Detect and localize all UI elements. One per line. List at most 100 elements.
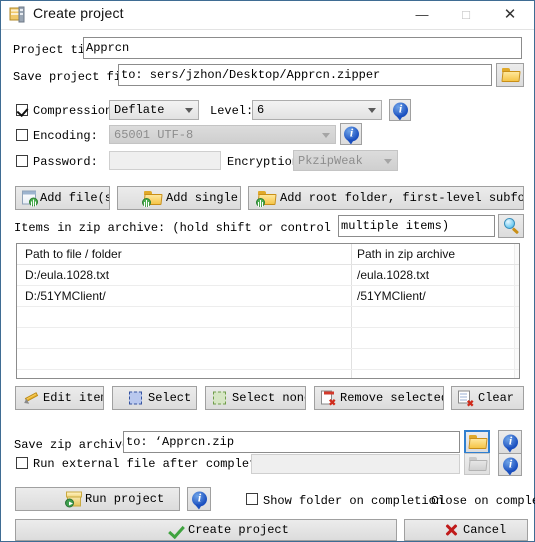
listview-header: Path to file / folder Path in zip archiv…	[17, 244, 519, 265]
save-zip-archive-label: Save zip archive	[14, 438, 130, 452]
create-project-label: Create project	[188, 523, 289, 537]
table-row[interactable]	[17, 328, 519, 349]
maximize-button[interactable]: □	[444, 1, 488, 29]
zip-app-icon	[9, 6, 26, 23]
folder-icon	[501, 68, 521, 82]
info-icon	[344, 126, 359, 144]
chevron-down-icon	[384, 158, 392, 164]
create-project-button[interactable]: Create project	[15, 519, 397, 541]
package-run-icon	[65, 491, 82, 508]
close-button[interactable]: ✕	[488, 1, 532, 29]
run-project-button[interactable]: Run project	[15, 487, 180, 511]
pencil-icon	[22, 391, 40, 406]
add-files-label: Add file(s)	[40, 191, 109, 205]
encoding-checkbox[interactable]	[16, 129, 28, 141]
add-root-folder-label: Add root folder, first-level subfolders	[280, 191, 524, 205]
select-all-icon	[129, 391, 142, 405]
compression-checkbox[interactable]	[16, 104, 28, 116]
cell-path-in-zip: /51YMClient/	[357, 289, 426, 303]
table-row[interactable]: D:/51YMClient/ /51YMClient/	[17, 286, 519, 307]
compression-level-value: 6	[257, 103, 265, 117]
run-project-label: Run project	[85, 492, 165, 506]
browse-zip-archive-button[interactable]	[464, 430, 490, 454]
window-title: Create project	[33, 5, 124, 21]
search-items-button[interactable]	[498, 214, 524, 238]
run-external-file-checkbox[interactable]	[16, 457, 28, 469]
encoding-value: 65001 UTF-8	[114, 127, 194, 142]
column-header-path-to-file: Path to file / folder	[25, 247, 122, 261]
add-single-button[interactable]: Add single	[117, 186, 241, 210]
chevron-down-icon	[185, 108, 193, 113]
title-bar: Create project — □ ✕	[1, 1, 534, 30]
folder-icon	[468, 457, 488, 471]
save-project-file-input[interactable]: to: sers/jzhon/Desktop/Apprcn.zipper	[118, 64, 492, 86]
edit-item-button[interactable]: Edit item	[15, 386, 104, 410]
add-file-icon	[22, 190, 38, 207]
chevron-down-icon	[368, 108, 376, 113]
run-external-file-label: Run external file after completion:	[33, 457, 286, 471]
table-row[interactable]: D:/eula.1028.txt /eula.1028.txt	[17, 265, 519, 286]
minimize-button[interactable]: —	[400, 1, 444, 29]
close-icon: ✕	[503, 6, 517, 23]
compression-level-select[interactable]: 6	[252, 100, 382, 120]
show-folder-on-completion-checkbox[interactable]	[246, 493, 258, 505]
encoding-info-button[interactable]	[340, 123, 362, 145]
clear-button[interactable]: ✖ Clear	[451, 386, 524, 410]
browse-project-file-button[interactable]	[496, 63, 524, 87]
clear-list-icon: ✖	[458, 390, 474, 408]
project-title-label: Project tit	[13, 43, 93, 57]
select-label: Select	[148, 391, 192, 405]
close-on-completion-label: Close on completion	[431, 494, 535, 508]
encryption-value: PkzipWeak	[298, 153, 363, 168]
magnifier-icon	[504, 218, 520, 234]
select-button[interactable]: Select	[112, 386, 197, 410]
encryption-select[interactable]: PkzipWeak	[293, 150, 398, 171]
chevron-down-icon	[322, 132, 330, 138]
remove-document-icon: ✖	[321, 390, 336, 407]
items-listview[interactable]: Path to file / folder Path in zip archiv…	[16, 243, 520, 379]
run-project-info-button[interactable]	[187, 487, 211, 511]
level-label: Level:	[210, 104, 254, 118]
add-root-folder-button[interactable]: Add root folder, first-level subfolders	[248, 186, 524, 210]
password-label: Password:	[33, 155, 98, 169]
table-row[interactable]	[17, 307, 519, 328]
compression-info-button[interactable]	[389, 99, 411, 121]
minimize-icon: —	[415, 7, 429, 22]
select-none-icon	[213, 391, 226, 405]
remove-selected-label: Remove selected	[340, 391, 444, 405]
save-zip-info-button[interactable]	[498, 430, 522, 454]
check-icon	[168, 523, 184, 537]
cell-path-in-zip: /eula.1028.txt	[357, 268, 430, 282]
info-icon	[393, 102, 408, 120]
add-single-label: Add single	[166, 191, 239, 205]
project-title-input[interactable]: Apprcn	[83, 37, 522, 59]
browse-external-file-button[interactable]	[464, 453, 490, 475]
items-filter-input[interactable]: multiple items)	[338, 215, 495, 237]
compression-label: Compression:	[33, 104, 120, 118]
cancel-label: Cancel	[463, 523, 507, 537]
edit-item-label: Edit item	[43, 391, 104, 405]
column-header-path-in-zip: Path in zip archive	[357, 247, 456, 261]
run-external-file-input[interactable]	[251, 454, 460, 474]
table-row[interactable]	[17, 349, 519, 370]
show-folder-on-completion-label: Show folder on completion	[263, 494, 444, 508]
save-zip-archive-input[interactable]: to: ‘Apprcn.zip	[123, 431, 460, 453]
folder-add-icon	[142, 191, 163, 207]
info-icon	[503, 456, 518, 475]
encoding-select[interactable]: 65001 UTF-8	[109, 125, 336, 144]
info-icon	[192, 491, 207, 510]
encoding-label: Encoding:	[33, 129, 98, 143]
close-x-icon	[444, 523, 458, 537]
select-none-button[interactable]: Select none	[205, 386, 306, 410]
add-files-button[interactable]: Add file(s)	[15, 186, 110, 210]
clear-label: Clear	[478, 391, 515, 405]
cancel-button[interactable]: Cancel	[404, 519, 528, 541]
password-input[interactable]	[109, 151, 221, 170]
password-checkbox[interactable]	[16, 155, 28, 167]
info-icon	[503, 434, 518, 453]
compression-method-select[interactable]: Deflate	[109, 100, 199, 120]
maximize-icon: □	[462, 7, 470, 22]
remove-selected-button[interactable]: ✖ Remove selected	[314, 386, 444, 410]
run-external-info-button[interactable]	[498, 453, 522, 476]
folder-icon	[468, 435, 488, 449]
